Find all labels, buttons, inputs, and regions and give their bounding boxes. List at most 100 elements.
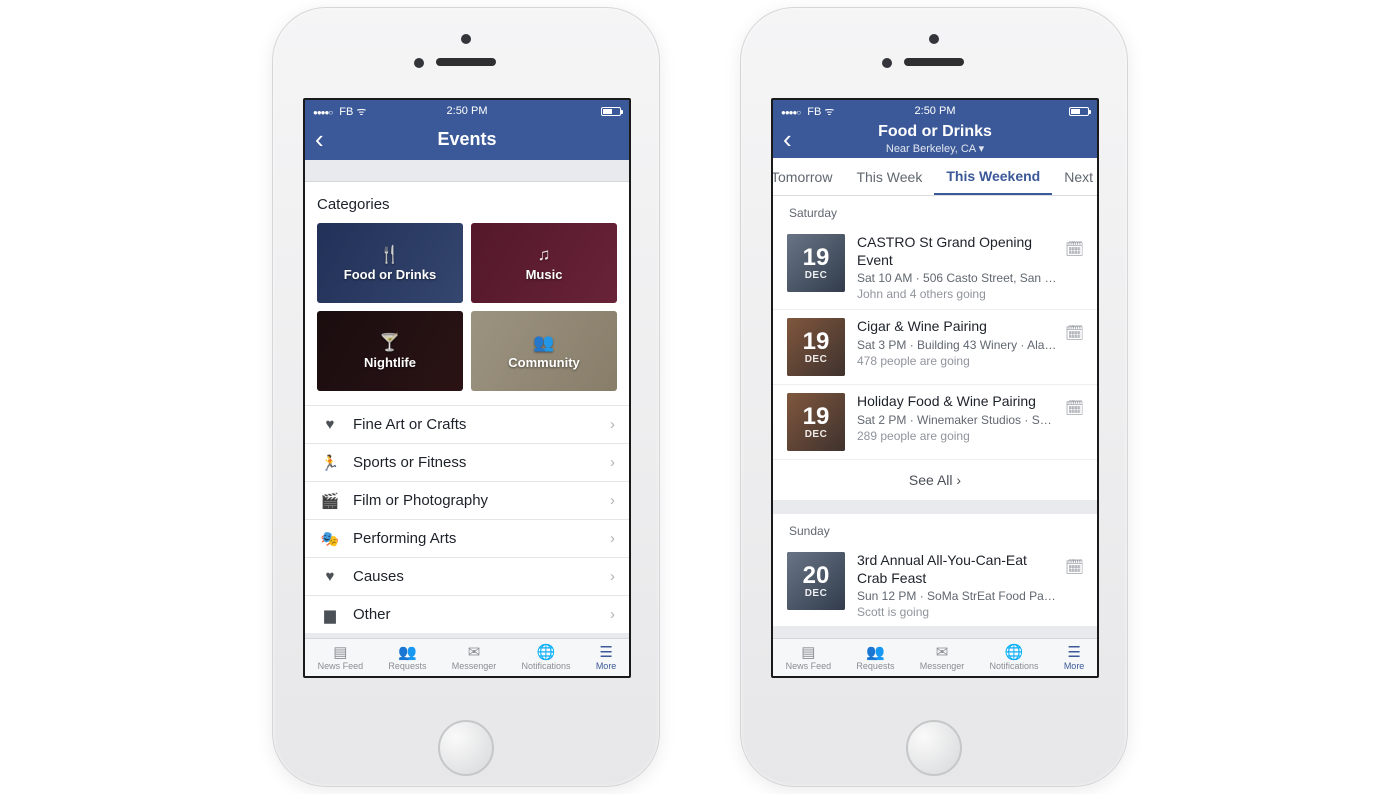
day-header-sunday: Sunday xyxy=(773,514,1097,544)
heart-icon: ♥ xyxy=(319,568,341,585)
fork-knife-icon: 🍴 xyxy=(379,245,400,265)
phone-right: FB ᯤ 2:50 PM ‹ Food or Drinks Near Berke… xyxy=(740,7,1128,787)
event-meta: Sun 12 PM · SoMa StrEat Food Park · Sa… xyxy=(857,589,1057,603)
time-filter-tabs: Tomorrow This Week This Weekend Next We xyxy=(773,158,1097,196)
event-title: CASTRO St Grand Opening Event xyxy=(857,234,1057,269)
battery-icon xyxy=(597,107,621,116)
status-bar: FB ᯤ 2:50 PM xyxy=(305,100,629,122)
tab-more[interactable]: ☰More xyxy=(596,645,617,671)
hamburger-icon: ☰ xyxy=(1067,645,1080,660)
navbar: ‹ Events xyxy=(305,122,629,160)
people-icon: 👥 xyxy=(533,333,554,353)
runner-icon: 🏃 xyxy=(319,454,341,472)
battery-icon xyxy=(1065,107,1089,116)
event-row[interactable]: 19 DEC Holiday Food & Wine Pairing Sat 2… xyxy=(773,384,1097,459)
globe-icon: 🌐 xyxy=(1005,645,1024,660)
event-title: Cigar & Wine Pairing xyxy=(857,318,1057,336)
event-date-badge: 20 DEC xyxy=(787,552,845,610)
tab-bar: ▤News Feed 👥Requests ✉Messenger 🌐Notific… xyxy=(773,638,1097,676)
chevron-right-icon: › xyxy=(610,568,615,585)
clock: 2:50 PM xyxy=(773,105,1097,117)
newsfeed-icon: ▤ xyxy=(801,645,815,660)
film-icon: 🎬 xyxy=(319,492,341,510)
category-row-sports[interactable]: 🏃 Sports or Fitness › xyxy=(305,443,629,481)
add-to-calendar-icon[interactable]: 🗓 xyxy=(1065,399,1083,417)
event-going: 289 people are going xyxy=(857,429,1057,443)
tab-requests[interactable]: 👥Requests xyxy=(856,645,894,671)
add-to-calendar-icon[interactable]: 🗓 xyxy=(1065,324,1083,342)
category-row-causes[interactable]: ♥ Causes › xyxy=(305,557,629,595)
event-going: John and 4 others going xyxy=(857,287,1057,301)
event-row[interactable]: 20 DEC 3rd Annual All-You-Can-Eat Crab F… xyxy=(773,544,1097,626)
category-tile-community[interactable]: 👥 Community xyxy=(471,311,617,391)
tab-bar: ▤News Feed 👥Requests ✉Messenger 🌐Notific… xyxy=(305,638,629,676)
tab-this-week[interactable]: This Week xyxy=(844,158,934,195)
category-row-label: Other xyxy=(353,606,391,623)
category-row-film[interactable]: 🎬 Film or Photography › xyxy=(305,481,629,519)
categories-header: Categories xyxy=(317,196,617,213)
event-date-badge: 19 DEC xyxy=(787,393,845,451)
navbar: ‹ Food or Drinks Near Berkeley, CA ▾ xyxy=(773,122,1097,158)
page-title: Food or Drinks xyxy=(878,123,992,140)
cocktail-icon: 🍸 xyxy=(379,333,400,353)
add-to-calendar-icon[interactable]: 🗓 xyxy=(1065,558,1083,576)
square-icon: ▆ xyxy=(319,606,341,624)
requests-icon: 👥 xyxy=(398,645,417,660)
category-tile-music[interactable]: ♫ Music xyxy=(471,223,617,303)
tab-notifications[interactable]: 🌐Notifications xyxy=(522,645,571,671)
category-tile-food-drinks[interactable]: 🍴 Food or Drinks xyxy=(317,223,463,303)
clock: 2:50 PM xyxy=(305,105,629,117)
tab-requests[interactable]: 👥Requests xyxy=(388,645,426,671)
messenger-icon: ✉ xyxy=(936,645,949,660)
screen-food-drinks: FB ᯤ 2:50 PM ‹ Food or Drinks Near Berke… xyxy=(771,98,1099,678)
tab-this-weekend[interactable]: This Weekend xyxy=(934,158,1052,195)
category-tile-label: Nightlife xyxy=(364,355,416,370)
tab-notifications[interactable]: 🌐Notifications xyxy=(990,645,1039,671)
tab-tomorrow[interactable]: Tomorrow xyxy=(773,158,844,195)
event-meta: Sat 10 AM · 506 Casto Street, San Franc… xyxy=(857,271,1057,285)
page-title: Events xyxy=(437,129,496,149)
event-date-badge: 19 DEC xyxy=(787,318,845,376)
phone-left: FB ᯤ 2:50 PM ‹ Events Categories 🍴 Food … xyxy=(272,7,660,787)
tab-messenger[interactable]: ✉Messenger xyxy=(920,645,965,671)
theater-icon: 🎭 xyxy=(319,530,341,548)
event-row[interactable]: 19 DEC CASTRO St Grand Opening Event Sat… xyxy=(773,226,1097,309)
event-row[interactable]: 19 DEC Cigar & Wine Pairing Sat 3 PM · B… xyxy=(773,309,1097,384)
tab-messenger[interactable]: ✉Messenger xyxy=(452,645,497,671)
requests-icon: 👥 xyxy=(866,645,885,660)
tab-news-feed[interactable]: ▤News Feed xyxy=(786,645,832,671)
chevron-right-icon: › xyxy=(610,416,615,433)
event-date-badge: 19 DEC xyxy=(787,234,845,292)
category-row-label: Performing Arts xyxy=(353,530,456,547)
tab-news-feed[interactable]: ▤News Feed xyxy=(318,645,364,671)
category-row-label: Causes xyxy=(353,568,404,585)
category-row-label: Film or Photography xyxy=(353,492,488,509)
category-tile-label: Food or Drinks xyxy=(344,267,436,282)
add-to-calendar-icon[interactable]: 🗓 xyxy=(1065,240,1083,258)
heart-icon: ♥ xyxy=(319,416,341,433)
event-meta: Sat 2 PM · Winemaker Studios · San Fra… xyxy=(857,413,1057,427)
see-all-button[interactable]: See All › xyxy=(773,459,1097,500)
tab-next-week[interactable]: Next We xyxy=(1052,158,1097,195)
tab-more[interactable]: ☰More xyxy=(1064,645,1085,671)
home-button[interactable] xyxy=(438,720,494,776)
day-header-saturday: Saturday xyxy=(773,196,1097,226)
event-going: 478 people are going xyxy=(857,354,1057,368)
messenger-icon: ✉ xyxy=(468,645,481,660)
music-note-icon: ♫ xyxy=(538,245,551,265)
category-row-performing-arts[interactable]: 🎭 Performing Arts › xyxy=(305,519,629,557)
category-tile-nightlife[interactable]: 🍸 Nightlife xyxy=(317,311,463,391)
newsfeed-icon: ▤ xyxy=(333,645,347,660)
category-row-label: Sports or Fitness xyxy=(353,454,466,471)
category-tile-label: Community xyxy=(508,355,580,370)
category-row-fine-art[interactable]: ♥ Fine Art or Crafts › xyxy=(305,405,629,443)
chevron-right-icon: › xyxy=(610,606,615,623)
hamburger-icon: ☰ xyxy=(599,645,612,660)
globe-icon: 🌐 xyxy=(537,645,556,660)
home-button[interactable] xyxy=(906,720,962,776)
chevron-right-icon: › xyxy=(610,454,615,471)
category-row-other[interactable]: ▆ Other › xyxy=(305,595,629,633)
event-title: Holiday Food & Wine Pairing xyxy=(857,393,1057,411)
location-selector[interactable]: Near Berkeley, CA ▾ xyxy=(773,142,1097,155)
chevron-right-icon: › xyxy=(610,530,615,547)
